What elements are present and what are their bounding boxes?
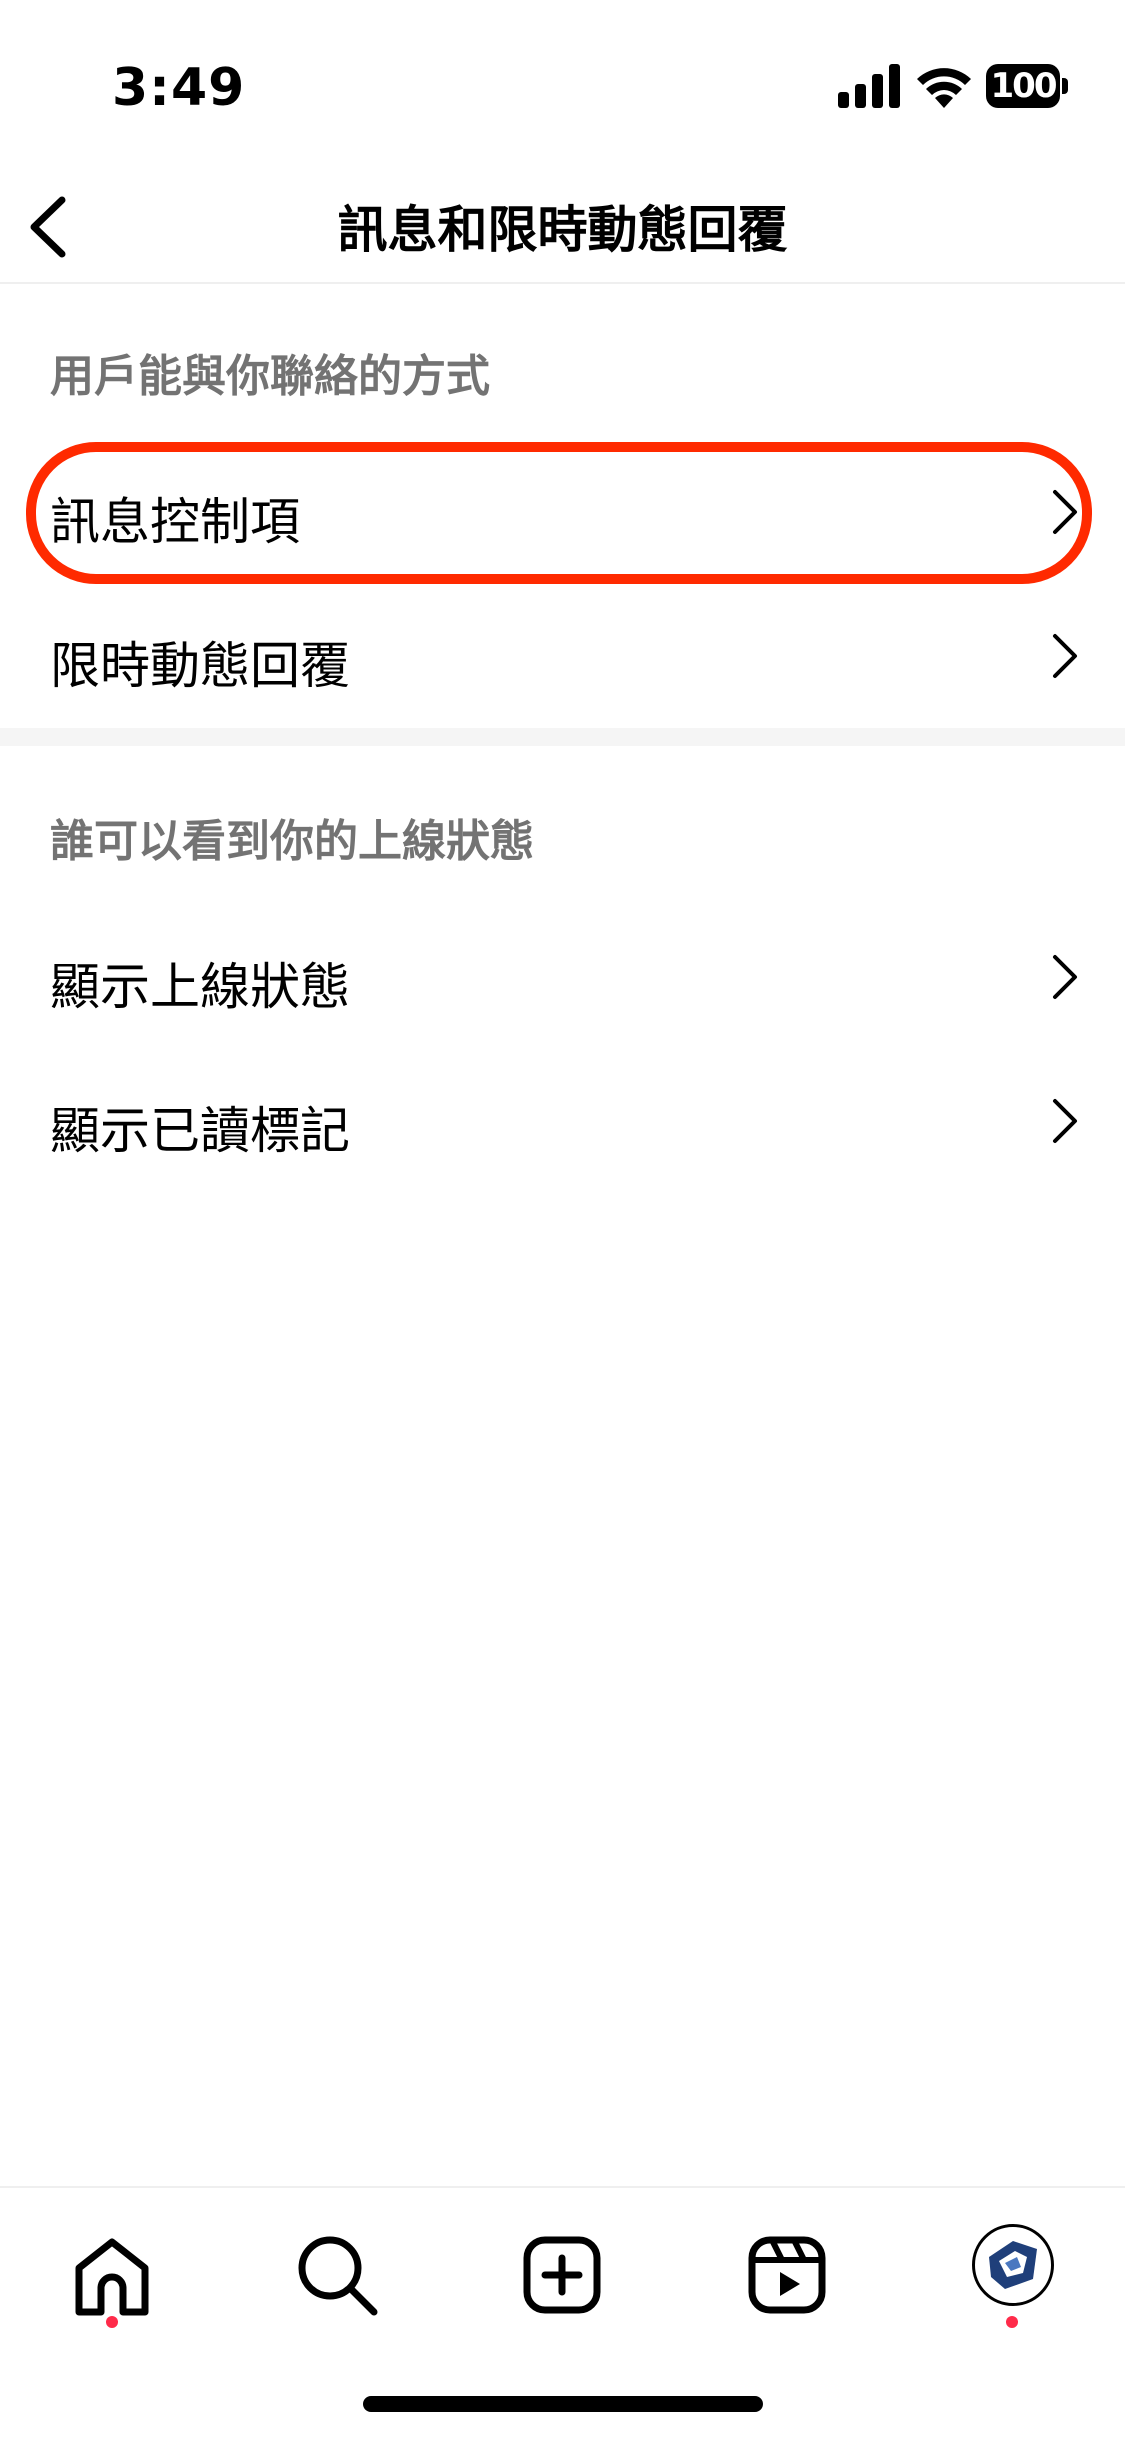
chevron-right-icon [1053, 1099, 1077, 1143]
battery-level: 100 [986, 64, 1060, 108]
chevron-right-icon [1053, 634, 1077, 678]
profile-avatar[interactable] [972, 2224, 1054, 2306]
avatar-image [977, 2229, 1049, 2301]
page-title: 訊息和限時動態回覆 [337, 201, 788, 259]
section-header-activity-status: 誰可以看到你的上線狀態 [50, 816, 534, 867]
profile-notification-dot [1006, 2316, 1018, 2328]
row-label: 顯示已讀標記 [50, 1102, 350, 1160]
wifi-icon [917, 68, 971, 108]
show-activity-status-row[interactable]: 顯示上線狀態 [0, 905, 1125, 1049]
search-icon[interactable] [292, 2230, 382, 2320]
home-icon[interactable] [67, 2230, 157, 2320]
navigation-bar: 訊息和限時動態回覆 [0, 170, 1125, 284]
cellular-signal-icon [838, 64, 900, 108]
row-label: 顯示上線狀態 [50, 958, 350, 1016]
battery-tip [1062, 78, 1068, 94]
section-divider [0, 728, 1125, 746]
story-replies-row[interactable]: 限時動態回覆 [0, 584, 1125, 728]
chevron-right-icon [1053, 955, 1077, 999]
create-post-icon[interactable] [517, 2230, 607, 2320]
show-read-receipts-row[interactable]: 顯示已讀標記 [0, 1049, 1125, 1193]
status-time: 3:49 [112, 58, 246, 118]
home-notification-dot [106, 2316, 118, 2328]
status-bar: 3:49 100 [0, 0, 1125, 170]
battery-icon: 100 [986, 64, 1070, 108]
highlight-ring [26, 442, 1092, 584]
home-indicator [363, 2396, 763, 2412]
row-label: 限時動態回覆 [50, 637, 350, 695]
section-header-contact: 用戶能與你聯絡的方式 [50, 351, 490, 402]
reels-icon[interactable] [742, 2230, 832, 2320]
